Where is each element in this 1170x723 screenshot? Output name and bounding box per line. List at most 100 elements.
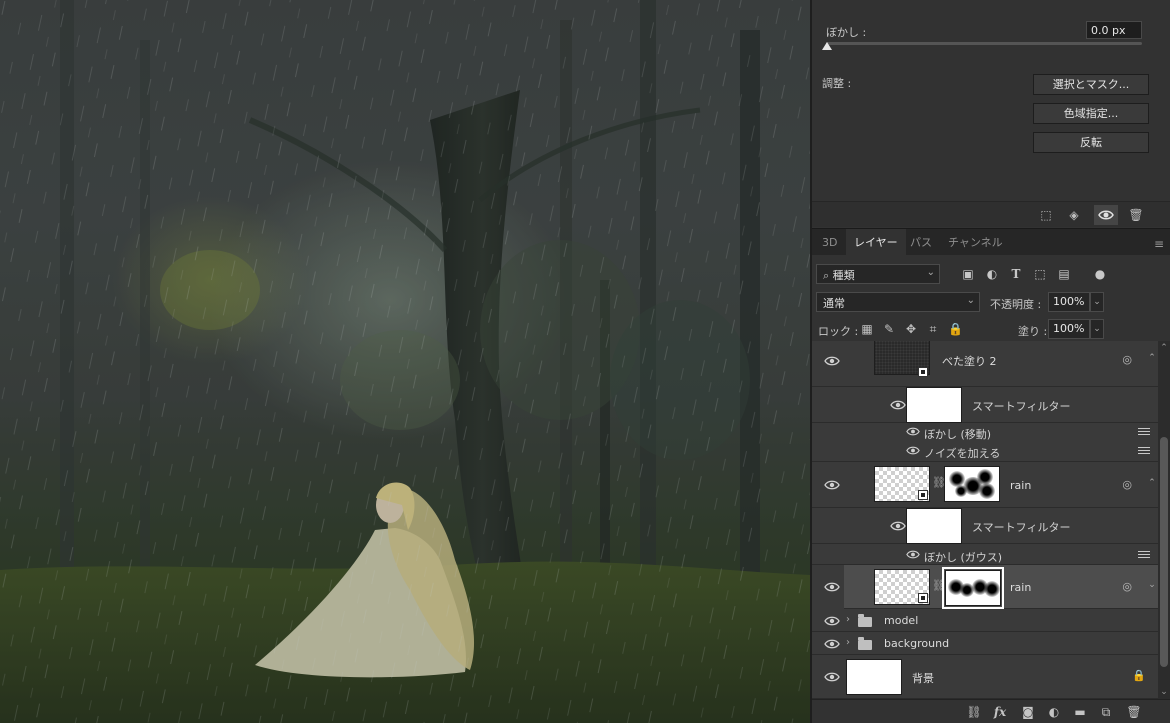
adjustment-layer-icon[interactable]: ◐ [1046,704,1062,720]
adjustment-layer-filter-icon[interactable]: ◐ [984,266,1000,282]
filter-blending-options-icon[interactable] [1138,551,1150,561]
chevron-up-icon[interactable]: ⌃ [1146,353,1158,363]
eye-icon[interactable] [824,581,840,593]
lock-row: ロック : ▦ ✎ ✥ ⌗ 🔒 塗り : 100% ⌄ [812,315,1170,343]
layer-mask-thumbnail[interactable] [942,567,1004,609]
group-name[interactable]: model [884,614,918,627]
apply-mask-icon[interactable]: ◈ [1066,207,1082,223]
filter-toggle-icon[interactable]: ● [1092,266,1108,282]
eye-icon[interactable] [824,615,840,627]
fill-field[interactable]: 100% [1048,319,1090,339]
new-group-icon[interactable]: ▬ [1072,704,1088,720]
scroll-down-icon[interactable]: ⌄ [1158,687,1170,697]
blend-mode-select[interactable]: 通常 ⌄ [816,292,980,312]
fx-icon[interactable]: fx [992,704,1008,720]
filter-blending-options-icon[interactable] [1138,428,1150,438]
smart-filter-label: スマートフィルター [972,521,1071,534]
link-layers-icon[interactable]: ⛓ [966,704,982,720]
eye-icon[interactable] [824,479,840,491]
filter-name[interactable]: ノイズを加える [924,445,1000,461]
folder-icon [858,637,872,650]
color-range-button[interactable]: 色域指定... [1033,103,1149,124]
layers-toolbar: ⛓ fx ◙ ◐ ▬ ⧉ 🗑 [812,699,1170,723]
layer-background[interactable]: 背景 🔒 [812,655,1158,699]
layer-rain-1[interactable]: ⛓ rain ◎ ⌃ [812,462,1158,508]
right-panel: ぼかし : 0.0 px 調整 : 選択とマスク... 色域指定... 反転 ⬚… [810,0,1170,723]
new-layer-icon[interactable]: ⧉ [1098,704,1114,720]
blur-slider-thumb[interactable] [822,42,832,50]
layer-mask-thumbnail[interactable] [944,466,1000,502]
blend-row: 通常 ⌄ 不透明度 : 100% ⌄ [812,288,1170,316]
filter-motion-blur[interactable]: ぼかし (移動) [812,423,1158,441]
filter-gaussian-blur[interactable]: ぼかし (ガウス) [812,544,1158,565]
type-layer-filter-icon[interactable]: T [1008,266,1024,282]
smart-object-badge-icon [918,593,928,603]
load-selection-icon[interactable]: ⬚ [1038,207,1054,223]
lock-paint-icon[interactable]: ✎ [882,321,896,337]
lock-artboard-icon[interactable]: ⌗ [926,321,940,337]
filter-effects-icon[interactable]: ◎ [1122,478,1132,491]
chevron-down-icon[interactable]: ⌄ [1146,580,1158,590]
group-model[interactable]: › model [812,609,1158,632]
pixel-layer-filter-icon[interactable]: ▣ [960,266,976,282]
blur-value-field[interactable]: 0.0 px [1086,21,1142,39]
tab-channels[interactable]: チャンネル [940,229,1011,256]
smart-object-filter-icon[interactable]: ▤ [1056,266,1072,282]
eye-icon[interactable] [824,638,840,650]
eye-icon[interactable] [890,399,906,411]
smart-filter-mask-thumbnail[interactable] [906,387,962,423]
lock-all-icon[interactable]: 🔒 [948,321,963,337]
delete-layer-icon[interactable]: 🗑 [1126,704,1142,720]
blur-slider-track[interactable] [826,42,1142,45]
tab-3d[interactable]: 3D [814,229,845,256]
eye-icon[interactable] [906,445,922,457]
smart-filter-mask-thumbnail[interactable] [906,508,962,544]
eye-icon[interactable] [906,426,922,438]
fill-dropdown[interactable]: ⌄ [1090,319,1104,339]
filter-kind-select[interactable]: ⌕ 種類 ⌄ [816,264,940,284]
tab-paths[interactable]: パス [902,229,940,256]
layer-rain-2[interactable]: ⛓ rain ◎ ⌄ [812,565,1158,609]
opacity-dropdown[interactable]: ⌄ [1090,292,1104,312]
layer-fill-2[interactable]: べた塗り 2 ◎ ⌃ [812,341,1158,387]
group-background[interactable]: › background [812,632,1158,655]
eye-icon[interactable] [906,549,922,561]
panel-menu-icon[interactable]: ≡ [1154,237,1164,251]
adjust-label: 調整 : [822,77,852,90]
filter-name[interactable]: ぼかし (移動) [924,426,991,442]
layer-name[interactable]: 背景 [912,670,934,686]
shape-layer-filter-icon[interactable]: ⬚ [1032,266,1048,282]
eye-icon[interactable] [824,671,840,683]
layers-scrollbar[interactable]: ⌃ ⌄ [1158,341,1170,699]
scrollbar-thumb[interactable] [1160,437,1168,667]
select-and-mask-button[interactable]: 選択とマスク... [1033,74,1149,95]
lock-transparent-icon[interactable]: ▦ [860,321,874,337]
add-mask-icon[interactable]: ◙ [1020,704,1036,720]
link-icon[interactable]: ⛓ [932,579,946,592]
filter-effects-icon[interactable]: ◎ [1122,580,1132,593]
background-thumbnail [846,659,902,695]
chevron-up-icon[interactable]: ⌃ [1146,478,1158,488]
smart-filter-1[interactable]: スマートフィルター [812,387,1158,423]
filter-add-noise[interactable]: ノイズを加える [812,441,1158,462]
opacity-field[interactable]: 100% [1048,292,1090,312]
lock-position-icon[interactable]: ✥ [904,321,918,337]
layer-name[interactable]: rain [1010,581,1031,594]
expand-arrow-icon[interactable]: › [846,614,850,625]
delete-mask-icon[interactable]: 🗑 [1128,207,1144,223]
group-name[interactable]: background [884,637,949,650]
layer-name[interactable]: rain [1010,479,1031,492]
filter-effects-icon[interactable]: ◎ [1122,353,1132,366]
layer-name[interactable]: べた塗り 2 [942,353,997,369]
document-canvas[interactable] [0,0,810,723]
eye-icon[interactable] [890,520,906,532]
filter-name[interactable]: ぼかし (ガウス) [924,549,1002,565]
scroll-up-icon[interactable]: ⌃ [1158,343,1170,353]
eye-icon[interactable] [824,355,840,367]
expand-arrow-icon[interactable]: › [846,637,850,648]
filter-blending-options-icon[interactable] [1138,447,1150,457]
invert-button[interactable]: 反転 [1033,132,1149,153]
toggle-mask-visibility-icon[interactable] [1094,205,1118,225]
smart-filter-2[interactable]: スマートフィルター [812,508,1158,544]
tab-layers[interactable]: レイヤー [846,229,906,256]
